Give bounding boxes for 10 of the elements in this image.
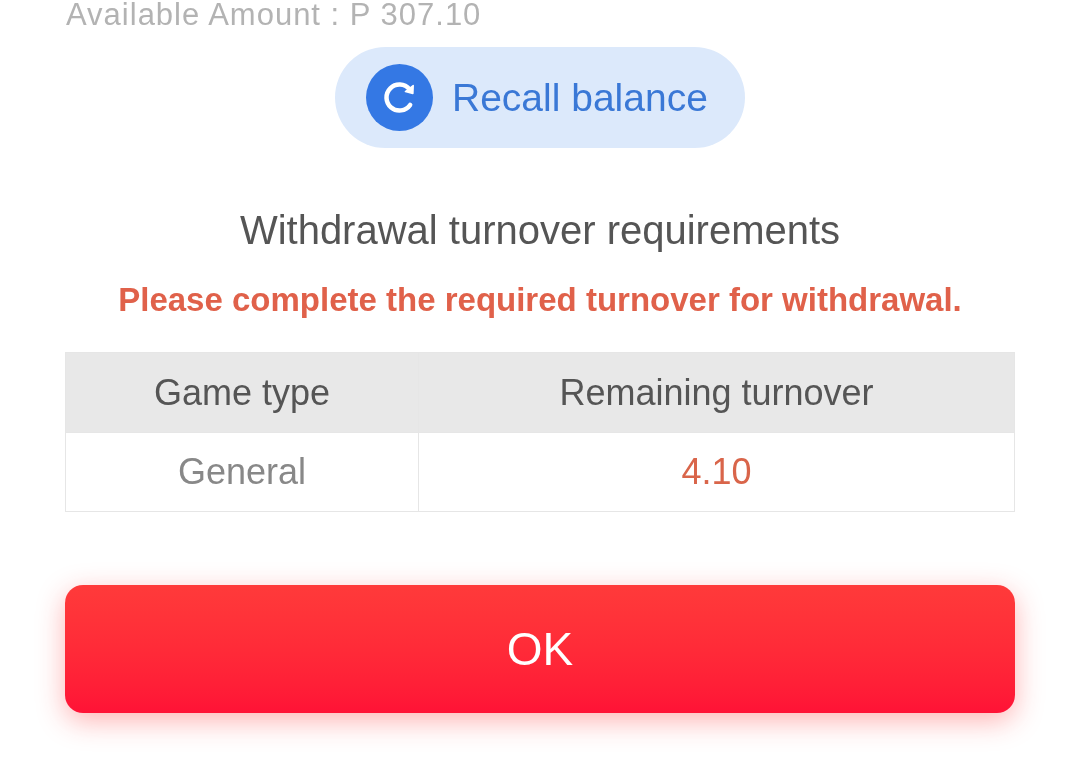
dialog-title: Withdrawal turnover requirements — [239, 208, 841, 252]
column-header: Remaining turnover — [418, 352, 1015, 433]
refresh-icon — [366, 64, 433, 131]
available-amount-text: Available Amount : P 307.10 — [66, 0, 482, 30]
table-cell: 4.10 — [418, 432, 1015, 512]
ok-button[interactable]: OK — [65, 585, 1015, 713]
recall-balance-button[interactable]: Recall balance — [335, 47, 745, 148]
warning-text: Please complete the required turnover for withdrawal. — [118, 281, 962, 319]
table-cell: General — [65, 432, 419, 512]
column-header: Game type — [65, 352, 419, 433]
